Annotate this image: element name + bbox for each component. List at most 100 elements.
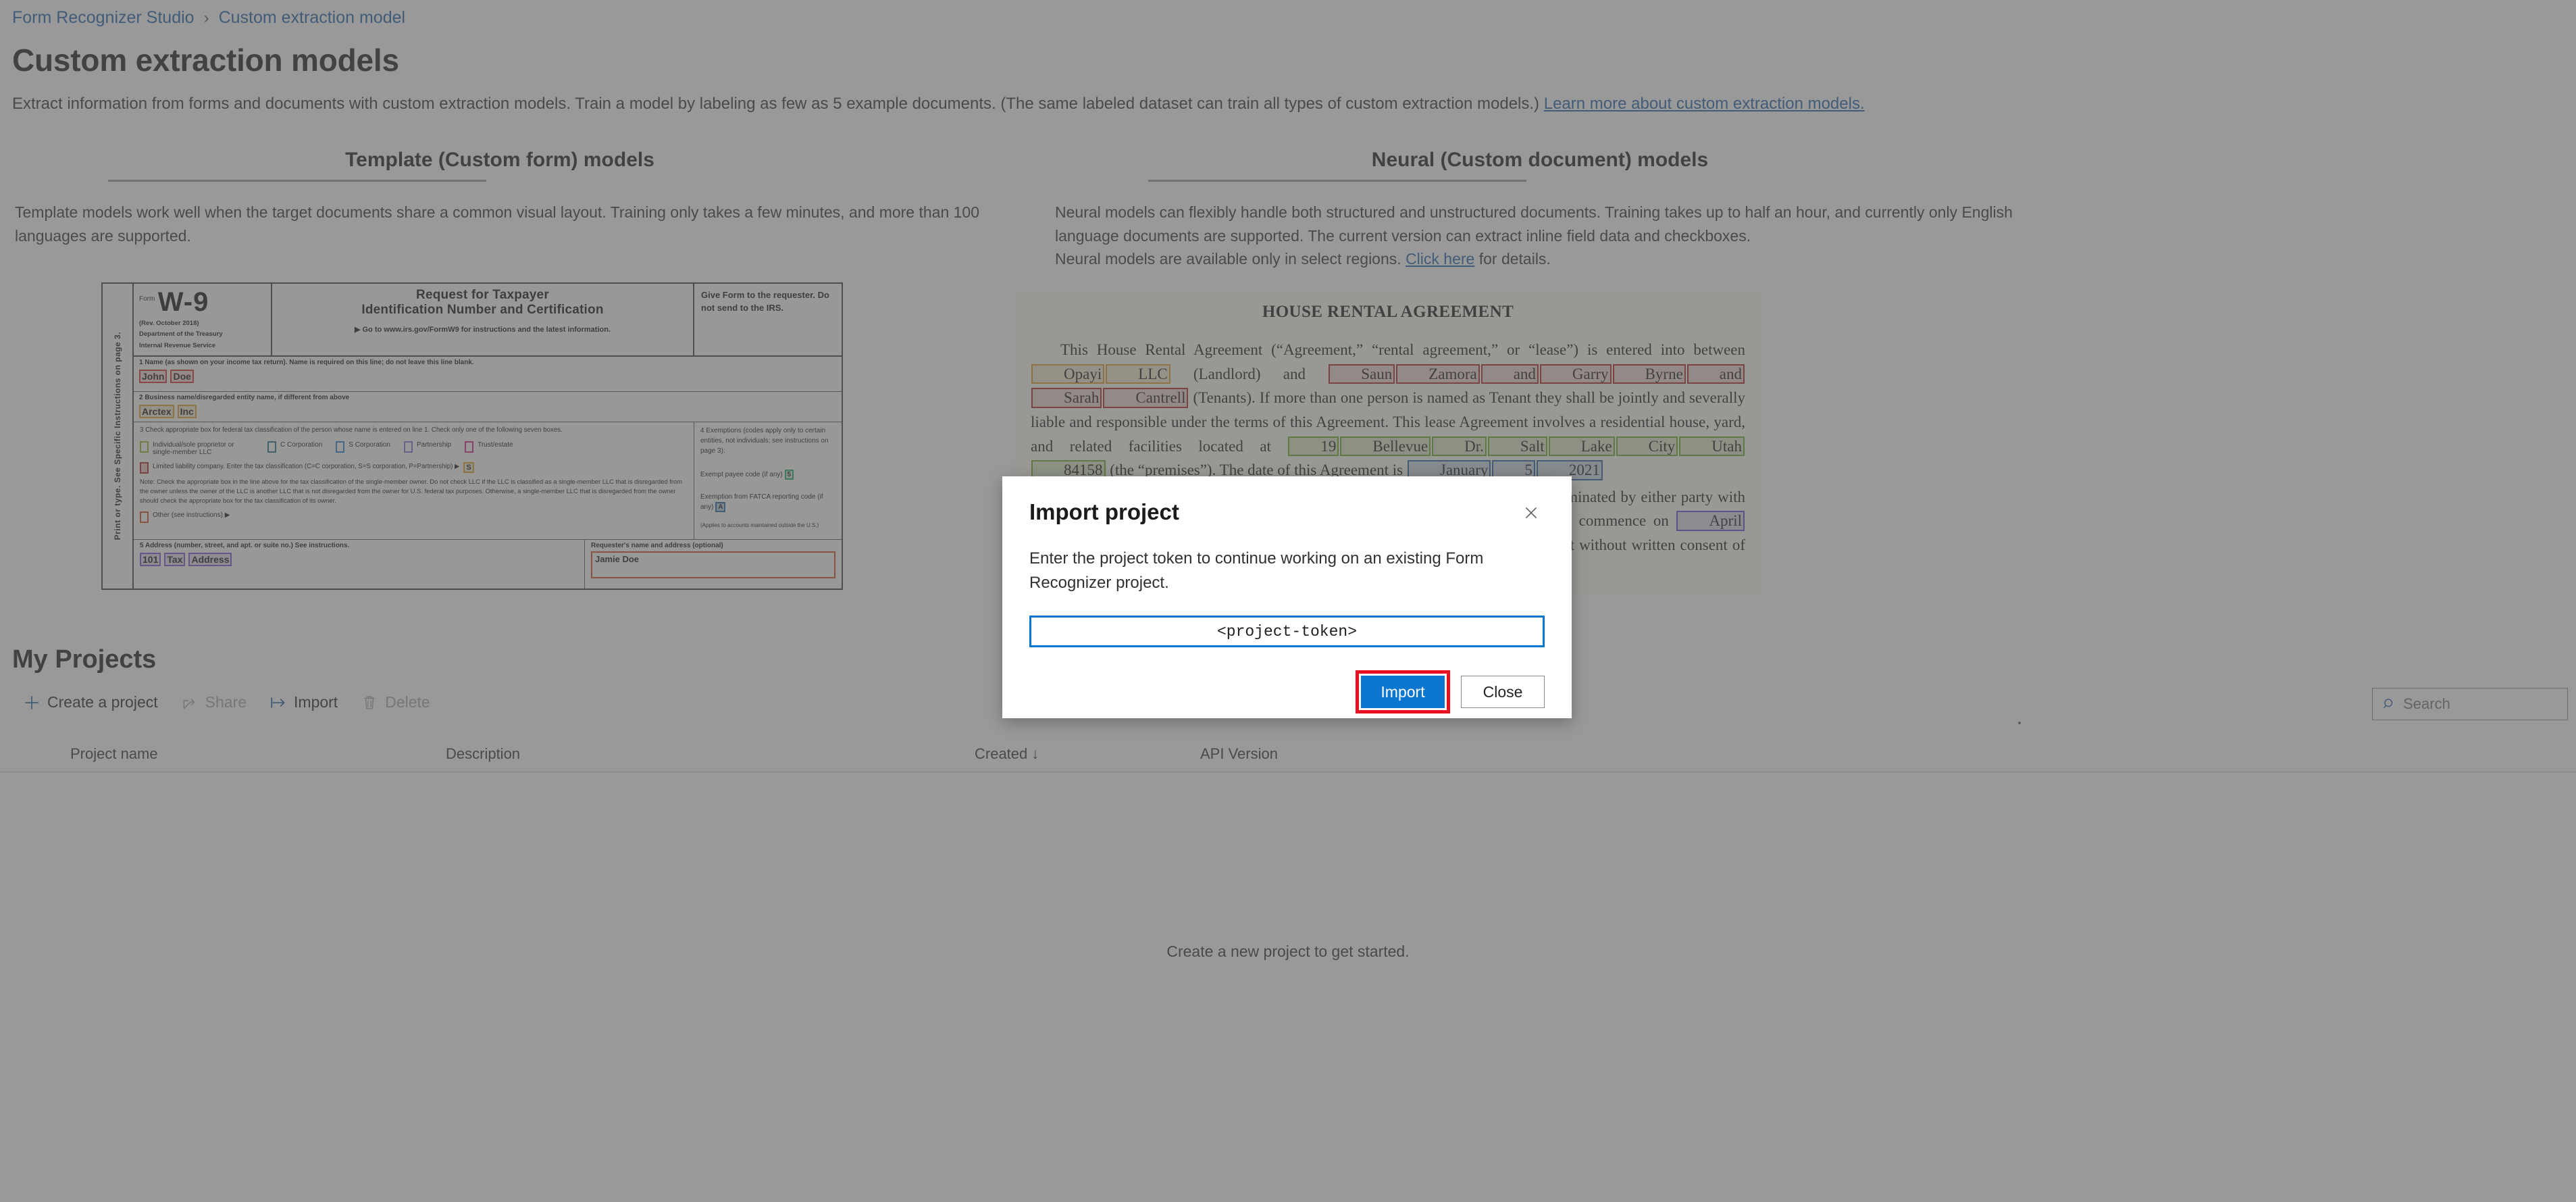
create-project-label: Create a project: [47, 693, 158, 711]
search-input[interactable]: [2403, 695, 2558, 713]
share-label: Share: [205, 693, 247, 711]
w9-title-line1: Request for Taxpayer: [416, 288, 549, 302]
w9-checkbox-partnership[interactable]: [403, 441, 413, 453]
rental-tag-start-month: April: [1676, 511, 1745, 532]
w9-label-tag-name-last: Doe: [170, 370, 194, 383]
dialog-header: Import project: [1029, 499, 1545, 526]
column-header-description[interactable]: Description: [446, 745, 520, 763]
dialog-actions: Import Close: [1029, 670, 1545, 713]
w9-checkbox-label-trust: Trust/estate: [478, 441, 513, 449]
rental-title: HOUSE RENTAL AGREEMENT: [1262, 303, 1514, 321]
rental-tag-address-6: City: [1616, 436, 1678, 457]
project-token-input[interactable]: [1029, 616, 1545, 647]
import-arrow-icon: [271, 697, 285, 708]
neural-models-heading: Neural (Custom document) models: [1371, 149, 1709, 171]
w9-checkbox-trust[interactable]: [465, 441, 474, 453]
w9-checkbox-s-corp[interactable]: [336, 441, 345, 453]
breadcrumb: Form Recognizer Studio › Custom extracti…: [12, 8, 405, 28]
rental-paragraph-1: This House Rental Agreement (“Agreement,…: [1031, 338, 1745, 482]
delete-button: Delete: [353, 689, 438, 716]
w9-requester-value: Jamie Doe: [591, 551, 835, 578]
w9-line3-label: 3 Check appropriate box for federal tax …: [140, 426, 563, 434]
projects-table-header: Project name Description Created ↓ API V…: [0, 740, 2576, 772]
rental-tag-tenant-7: Sarah: [1031, 388, 1102, 409]
breadcrumb-item-studio[interactable]: Form Recognizer Studio: [12, 8, 195, 28]
w9-checkbox-c-corp[interactable]: [267, 441, 276, 453]
column-header-created[interactable]: Created ↓: [975, 745, 1039, 763]
delete-label: Delete: [385, 693, 430, 711]
w9-line2-value: Arctex Inc: [139, 405, 836, 418]
w9-title-line2: Identification Number and Certification: [361, 303, 604, 317]
w9-form-word: Form: [139, 295, 155, 303]
w9-form-number: W-9: [157, 287, 209, 317]
w9-label-tag-name-first: John: [139, 370, 168, 383]
neural-description-line2-pre: Neural models are available only in sele…: [1055, 250, 1406, 268]
neural-heading-divider: [1148, 180, 1526, 182]
trash-icon: [364, 696, 375, 709]
search-icon: [2384, 699, 2393, 709]
w9-llc-row: Limited liability company. Enter the tax…: [140, 462, 688, 474]
w9-llc-label: Limited liability company. Enter the tax…: [153, 463, 460, 471]
rental-tag-tenant-1: Saun: [1329, 364, 1395, 384]
import-project-dialog: Import project Enter the project token t…: [1002, 476, 1572, 718]
rental-tag-tenant-4: Garry: [1539, 364, 1612, 384]
rental-tag-address-5: Lake: [1548, 436, 1615, 457]
w9-other-row: Other (see instructions) ▶: [140, 511, 688, 524]
rental-tag-tenant-8: Cantrell: [1103, 388, 1189, 409]
w9-checkbox-individual[interactable]: [140, 441, 149, 453]
page-title: Custom extraction models: [12, 43, 399, 78]
import-label: Import: [294, 693, 338, 711]
rental-tag-landlord-2: LLC: [1106, 364, 1170, 384]
empty-state-message: Create a new project to get started.: [1166, 943, 1410, 960]
w9-checkbox-label-individual: Individual/sole proprietor or single-mem…: [153, 441, 234, 457]
rental-tag-tenant-6: and: [1686, 364, 1745, 384]
search-box[interactable]: [2372, 688, 2568, 720]
dialog-close-button[interactable]: Close: [1461, 676, 1545, 708]
learn-more-link[interactable]: Learn more about custom extraction model…: [1544, 95, 1865, 113]
share-button: Share: [173, 689, 255, 716]
create-project-button[interactable]: Create a project: [15, 689, 166, 716]
w9-header: Form W-9 (Rev. October 2018) Department …: [134, 284, 842, 357]
dialog-body-text: Enter the project token to continue work…: [1029, 549, 1484, 592]
import-button-highlight: Import: [1356, 670, 1450, 713]
w9-applies-note: (Applies to accounts maintained outside …: [700, 522, 819, 528]
w9-form-sample-image: Print or type. See Specific Instructions…: [101, 282, 843, 590]
projects-toolbar: Create a project Share Import Delete: [15, 689, 438, 716]
w9-line-4: 4 Exemptions (codes apply only to certai…: [694, 422, 842, 540]
rental-p1-b: (Landlord) and: [1170, 365, 1329, 382]
dialog-import-button[interactable]: Import: [1361, 676, 1445, 708]
w9-line-3: 3 Check appropriate box for federal tax …: [134, 422, 694, 540]
w9-checkbox-label-partnership: Partnership: [416, 441, 452, 449]
share-icon: [183, 698, 195, 709]
w9-checkbox-label-c-corp: C Corporation: [280, 441, 323, 449]
click-here-link[interactable]: Click here: [1406, 250, 1474, 268]
w9-dept-line1: Department of the Treasury: [139, 330, 223, 339]
w9-line1-label: 1 Name (as shown on your income tax retu…: [139, 359, 474, 366]
close-icon[interactable]: [1518, 499, 1545, 526]
w9-other-label: Other (see instructions) ▶: [153, 511, 230, 520]
import-button[interactable]: Import: [261, 689, 346, 716]
rental-tag-tenant-3: and: [1480, 364, 1539, 384]
w9-dept-line2: Internal Revenue Service: [139, 341, 215, 349]
rental-tag-address-7: Utah: [1679, 436, 1745, 457]
w9-checkbox-other[interactable]: [140, 511, 149, 524]
w9-label-tag-business-1: Arctex: [139, 405, 174, 418]
w9-line2-label: 2 Business name/disregarded entity name,…: [139, 394, 350, 401]
w9-exempt-payee-label: Exempt payee code (if any): [700, 471, 783, 478]
w9-label-tag-business-2: Inc: [177, 405, 197, 418]
rental-tag-address-1: 19: [1288, 436, 1339, 457]
w9-label-tag-address-3: Address: [188, 553, 232, 566]
breadcrumb-item-custom-extraction-model[interactable]: Custom extraction model: [219, 8, 406, 28]
w9-side-rail-text: Print or type. See Specific Instructions…: [113, 332, 122, 541]
w9-label-tag-address-1: 101: [140, 553, 161, 566]
w9-fatca-row: Exemption from FATCA reporting code (if …: [700, 492, 835, 512]
w9-line5-value: 101 Tax Address: [140, 553, 578, 566]
w9-checkbox-llc[interactable]: [140, 462, 149, 474]
w9-note: Note: Check the appropriate box in the l…: [140, 478, 683, 505]
w9-requester-cell: Requester's name and address (optional) …: [585, 540, 842, 589]
column-header-project-name[interactable]: Project name: [70, 745, 158, 763]
column-header-api-version[interactable]: API Version: [1200, 745, 1278, 763]
w9-side-rail: Print or type. See Specific Instructions…: [103, 284, 134, 589]
page-description-text: Extract information from forms and docum…: [12, 95, 1540, 113]
neural-description-line2-post: for details.: [1474, 250, 1551, 268]
